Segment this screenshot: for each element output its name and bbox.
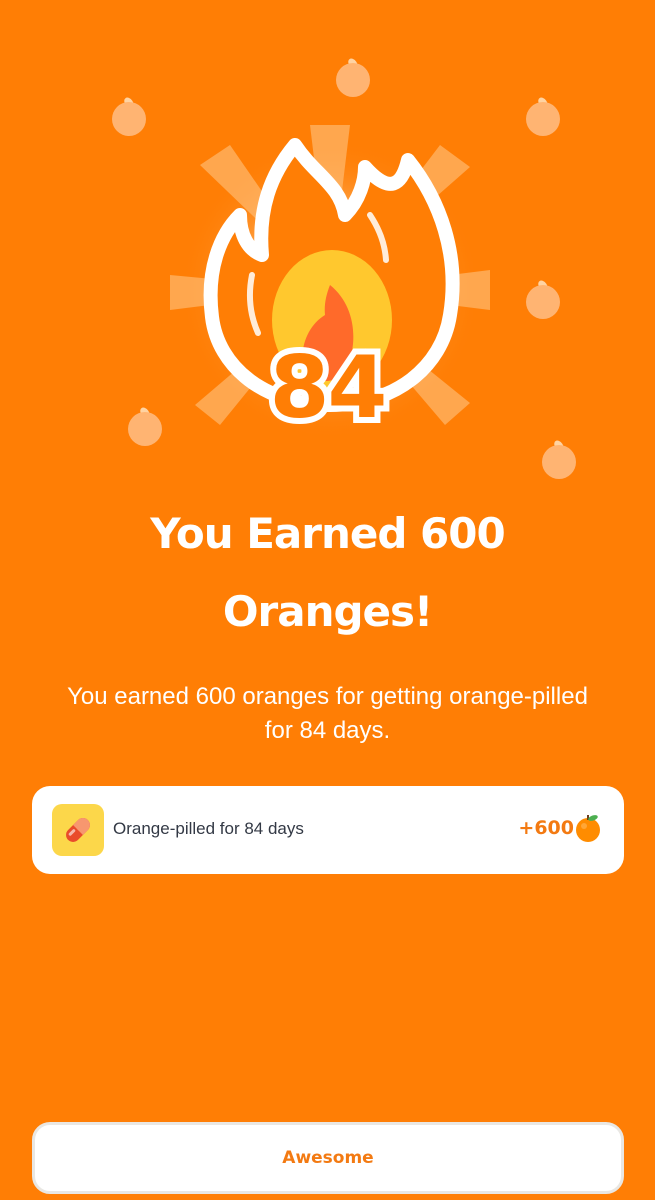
orange-decoration-icon — [336, 58, 370, 97]
reward-row: Orange-pilled for 84 days +600 — [32, 786, 624, 874]
awesome-button[interactable]: Awesome — [32, 1122, 624, 1194]
orange-decoration-icon — [542, 440, 576, 479]
orange-decoration-icon — [526, 97, 560, 136]
reward-amount: +600 — [518, 817, 574, 839]
reward-label: Orange-pilled for 84 days — [113, 819, 304, 838]
reward-screen: 84 84 You Earned 600 Oranges! You earned… — [0, 0, 655, 1200]
page-title: You Earned 600 Oranges! — [150, 509, 505, 636]
orange-decoration-icon — [526, 280, 560, 319]
pill-icon — [52, 804, 104, 856]
streak-count: 84 — [269, 338, 388, 438]
orange-icon — [576, 815, 600, 842]
reward-description: You earned 600 oranges for getting orang… — [67, 683, 588, 744]
